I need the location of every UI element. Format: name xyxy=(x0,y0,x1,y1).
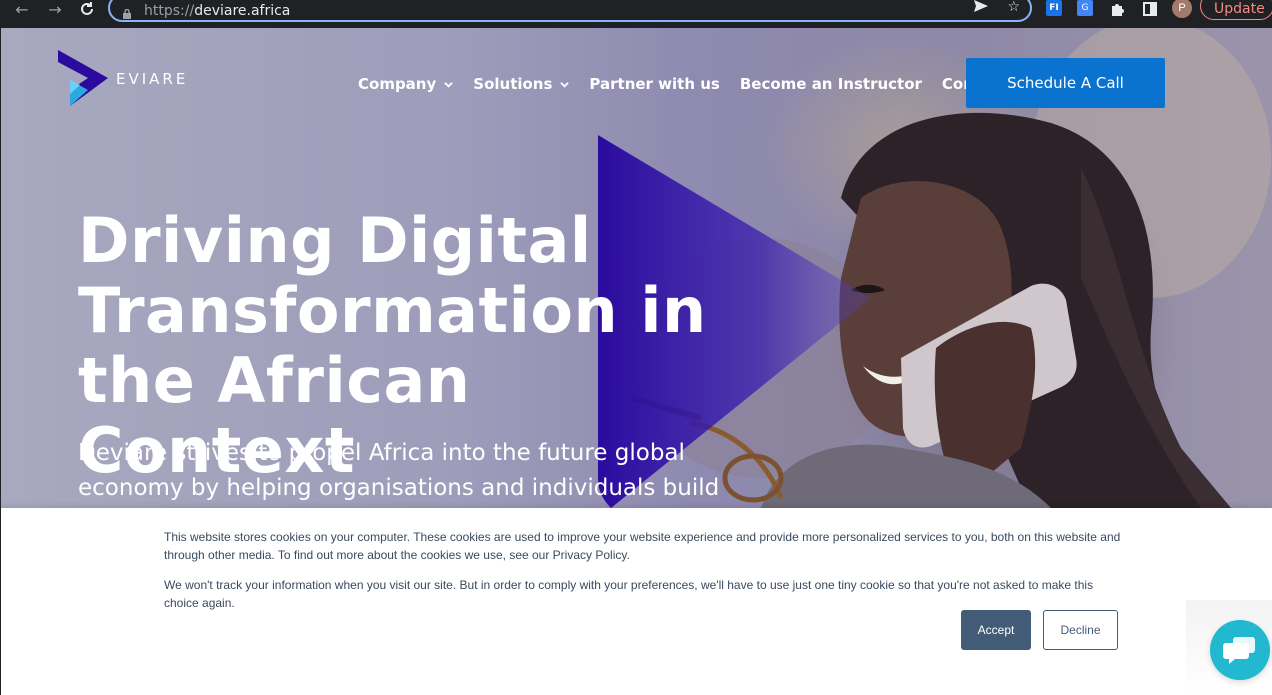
cookie-text-1: This website stores cookies on your comp… xyxy=(164,530,1121,562)
nav-solutions-label: Solutions xyxy=(473,75,553,93)
address-bar[interactable]: https://deviare.africa ☆ xyxy=(108,0,1032,22)
extensions-puzzle-icon[interactable] xyxy=(1109,0,1127,18)
cookie-banner: This website stores cookies on your comp… xyxy=(1,508,1272,695)
hero-section: EVIARE Company Solutions Partner with us… xyxy=(1,28,1272,508)
logo-text: EVIARE xyxy=(116,70,189,88)
bookmark-star-icon[interactable]: ☆ xyxy=(1007,0,1020,17)
update-button[interactable]: Update xyxy=(1200,0,1272,20)
profile-avatar[interactable]: P xyxy=(1172,0,1192,18)
send-icon[interactable] xyxy=(973,0,989,17)
accept-cookies-button[interactable]: Accept xyxy=(961,610,1031,650)
nav-instructor-label: Become an Instructor xyxy=(739,75,922,93)
forward-arrow-icon[interactable]: → xyxy=(45,0,65,19)
fi-extension-icon[interactable]: FI xyxy=(1046,0,1062,16)
decline-cookies-button[interactable]: Decline xyxy=(1043,610,1118,650)
reload-icon[interactable] xyxy=(77,0,97,18)
hero-subline: Deviare strives to propel Africa into th… xyxy=(78,440,720,501)
nav-solutions[interactable]: Solutions xyxy=(473,75,570,93)
browser-toolbar: ← → https://deviare.africa ☆ FI G P Upda… xyxy=(0,0,1272,28)
chat-bubble-icon xyxy=(1223,637,1255,664)
nav-company-label: Company xyxy=(358,75,437,93)
nav-company[interactable]: Company xyxy=(358,75,454,93)
url-text: https://deviare.africa xyxy=(144,3,291,19)
schedule-call-button[interactable]: Schedule A Call xyxy=(966,58,1165,108)
chevron-down-icon xyxy=(560,81,570,88)
lock-icon xyxy=(122,6,132,19)
chevron-down-icon xyxy=(444,81,454,88)
back-arrow-icon[interactable]: ← xyxy=(12,0,32,19)
nav-partner[interactable]: Partner with us xyxy=(589,75,719,93)
translate-extension-icon[interactable]: G xyxy=(1077,0,1093,16)
main-navigation: Company Solutions Partner with us Become… xyxy=(358,75,1007,93)
deviare-logo[interactable]: EVIARE xyxy=(58,50,188,108)
cookie-text-2: We won't track your information when you… xyxy=(164,578,1094,610)
chat-launcher-button[interactable] xyxy=(1210,620,1270,680)
nav-become-instructor[interactable]: Become an Instructor xyxy=(740,75,922,93)
deviare-logo-icon xyxy=(58,50,108,106)
nav-partner-label: Partner with us xyxy=(589,75,720,93)
webpage: EVIARE Company Solutions Partner with us… xyxy=(1,28,1272,695)
side-panel-icon[interactable] xyxy=(1142,0,1158,18)
